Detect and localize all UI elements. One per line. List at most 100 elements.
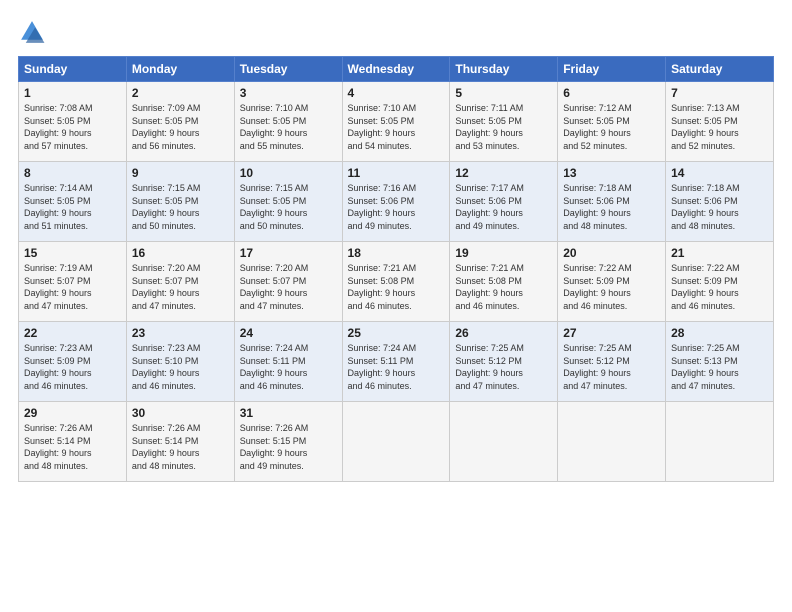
day-info: Sunrise: 7:19 AMSunset: 5:07 PMDaylight:… <box>24 262 121 312</box>
calendar-cell: 19 Sunrise: 7:21 AMSunset: 5:08 PMDayligh… <box>450 242 558 322</box>
day-info: Sunrise: 7:14 AMSunset: 5:05 PMDaylight:… <box>24 182 121 232</box>
calendar-table: SundayMondayTuesdayWednesdayThursdayFrid… <box>18 56 774 482</box>
day-info: Sunrise: 7:16 AMSunset: 5:06 PMDaylight:… <box>348 182 445 232</box>
day-info: Sunrise: 7:21 AMSunset: 5:08 PMDaylight:… <box>348 262 445 312</box>
calendar-cell: 28Sunrise: 7:25 AMSunset: 5:13 PMDayligh… <box>666 322 774 402</box>
calendar-cell: 1 Sunrise: 7:08 AMSunset: 5:05 PMDaylight… <box>19 82 127 162</box>
calendar-cell <box>342 402 450 482</box>
day-number: 7 <box>671 86 768 100</box>
day-number: 10 <box>240 166 337 180</box>
day-number: 3 <box>240 86 337 100</box>
day-info: Sunrise: 7:22 AMSunset: 5:09 PMDaylight:… <box>671 262 768 312</box>
day-number: 12 <box>455 166 552 180</box>
weekday-header-row: SundayMondayTuesdayWednesdayThursdayFrid… <box>19 57 774 82</box>
day-number: 13 <box>563 166 660 180</box>
day-number: 21 <box>671 246 768 260</box>
calendar-cell: 30 Sunrise: 7:26 AMSunset: 5:14 PMDayligh… <box>126 402 234 482</box>
logo <box>18 18 50 46</box>
day-number: 24 <box>240 326 337 340</box>
day-number: 25 <box>348 326 445 340</box>
calendar-cell: 11 Sunrise: 7:16 AMSunset: 5:06 PMDayligh… <box>342 162 450 242</box>
day-info: Sunrise: 7:20 AMSunset: 5:07 PMDaylight:… <box>240 262 337 312</box>
day-info: Sunrise: 7:08 AMSunset: 5:05 PMDaylight:… <box>24 102 121 152</box>
day-info: Sunrise: 7:21 AMSunset: 5:08 PMDaylight:… <box>455 262 552 312</box>
header <box>18 18 774 46</box>
calendar-week-row: 29 Sunrise: 7:26 AMSunset: 5:14 PMDayligh… <box>19 402 774 482</box>
day-info: Sunrise: 7:13 AMSunset: 5:05 PMDaylight:… <box>671 102 768 152</box>
day-info: Sunrise: 7:26 AMSunset: 5:14 PMDaylight:… <box>24 422 121 472</box>
day-info: Sunrise: 7:24 AMSunset: 5:11 PMDaylight:… <box>348 342 445 392</box>
day-info: Sunrise: 7:20 AMSunset: 5:07 PMDaylight:… <box>132 262 229 312</box>
calendar-cell: 10 Sunrise: 7:15 AMSunset: 5:05 PMDayligh… <box>234 162 342 242</box>
weekday-header-wednesday: Wednesday <box>342 57 450 82</box>
calendar-cell: 2 Sunrise: 7:09 AMSunset: 5:05 PMDaylight… <box>126 82 234 162</box>
day-info: Sunrise: 7:25 AMSunset: 5:13 PMDaylight:… <box>671 342 768 392</box>
day-number: 22 <box>24 326 121 340</box>
calendar-cell: 31Sunrise: 7:26 AMSunset: 5:15 PMDayligh… <box>234 402 342 482</box>
weekday-header-monday: Monday <box>126 57 234 82</box>
weekday-header-saturday: Saturday <box>666 57 774 82</box>
calendar-week-row: 22 Sunrise: 7:23 AMSunset: 5:09 PMDayligh… <box>19 322 774 402</box>
day-info: Sunrise: 7:10 AMSunset: 5:05 PMDaylight:… <box>348 102 445 152</box>
calendar-cell: 20Sunrise: 7:22 AMSunset: 5:09 PMDayligh… <box>558 242 666 322</box>
day-number: 19 <box>455 246 552 260</box>
day-info: Sunrise: 7:10 AMSunset: 5:05 PMDaylight:… <box>240 102 337 152</box>
weekday-header-sunday: Sunday <box>19 57 127 82</box>
day-info: Sunrise: 7:23 AMSunset: 5:09 PMDaylight:… <box>24 342 121 392</box>
calendar-cell: 16 Sunrise: 7:20 AMSunset: 5:07 PMDayligh… <box>126 242 234 322</box>
day-info: Sunrise: 7:26 AMSunset: 5:15 PMDaylight:… <box>240 422 337 472</box>
day-info: Sunrise: 7:15 AMSunset: 5:05 PMDaylight:… <box>132 182 229 232</box>
weekday-header-tuesday: Tuesday <box>234 57 342 82</box>
calendar-cell: 9 Sunrise: 7:15 AMSunset: 5:05 PMDaylight… <box>126 162 234 242</box>
calendar-cell: 24 Sunrise: 7:24 AMSunset: 5:11 PMDayligh… <box>234 322 342 402</box>
day-number: 15 <box>24 246 121 260</box>
day-info: Sunrise: 7:23 AMSunset: 5:10 PMDaylight:… <box>132 342 229 392</box>
day-number: 9 <box>132 166 229 180</box>
calendar-cell: 29 Sunrise: 7:26 AMSunset: 5:14 PMDayligh… <box>19 402 127 482</box>
day-number: 4 <box>348 86 445 100</box>
logo-icon <box>18 18 46 46</box>
calendar-cell: 7 Sunrise: 7:13 AMSunset: 5:05 PMDaylight… <box>666 82 774 162</box>
calendar-cell <box>558 402 666 482</box>
day-number: 30 <box>132 406 229 420</box>
calendar-week-row: 15 Sunrise: 7:19 AMSunset: 5:07 PMDayligh… <box>19 242 774 322</box>
calendar-cell: 23 Sunrise: 7:23 AMSunset: 5:10 PMDayligh… <box>126 322 234 402</box>
calendar-week-row: 1 Sunrise: 7:08 AMSunset: 5:05 PMDaylight… <box>19 82 774 162</box>
calendar-cell: 13Sunrise: 7:18 AMSunset: 5:06 PMDayligh… <box>558 162 666 242</box>
calendar-cell: 5Sunrise: 7:11 AMSunset: 5:05 PMDaylight… <box>450 82 558 162</box>
day-number: 11 <box>348 166 445 180</box>
calendar-week-row: 8 Sunrise: 7:14 AMSunset: 5:05 PMDaylight… <box>19 162 774 242</box>
day-number: 23 <box>132 326 229 340</box>
calendar-cell: 21 Sunrise: 7:22 AMSunset: 5:09 PMDayligh… <box>666 242 774 322</box>
day-info: Sunrise: 7:18 AMSunset: 5:06 PMDaylight:… <box>671 182 768 232</box>
calendar-cell: 8 Sunrise: 7:14 AMSunset: 5:05 PMDaylight… <box>19 162 127 242</box>
calendar-cell <box>450 402 558 482</box>
day-number: 29 <box>24 406 121 420</box>
day-info: Sunrise: 7:24 AMSunset: 5:11 PMDaylight:… <box>240 342 337 392</box>
day-info: Sunrise: 7:09 AMSunset: 5:05 PMDaylight:… <box>132 102 229 152</box>
day-info: Sunrise: 7:26 AMSunset: 5:14 PMDaylight:… <box>132 422 229 472</box>
day-number: 17 <box>240 246 337 260</box>
calendar-cell: 18 Sunrise: 7:21 AMSunset: 5:08 PMDayligh… <box>342 242 450 322</box>
day-number: 1 <box>24 86 121 100</box>
day-number: 6 <box>563 86 660 100</box>
day-number: 2 <box>132 86 229 100</box>
day-number: 20 <box>563 246 660 260</box>
day-info: Sunrise: 7:25 AMSunset: 5:12 PMDaylight:… <box>563 342 660 392</box>
day-number: 26 <box>455 326 552 340</box>
weekday-header-friday: Friday <box>558 57 666 82</box>
calendar-cell: 22 Sunrise: 7:23 AMSunset: 5:09 PMDayligh… <box>19 322 127 402</box>
day-number: 8 <box>24 166 121 180</box>
calendar-cell: 25 Sunrise: 7:24 AMSunset: 5:11 PMDayligh… <box>342 322 450 402</box>
day-info: Sunrise: 7:15 AMSunset: 5:05 PMDaylight:… <box>240 182 337 232</box>
day-info: Sunrise: 7:17 AMSunset: 5:06 PMDaylight:… <box>455 182 552 232</box>
calendar-cell: 3 Sunrise: 7:10 AMSunset: 5:05 PMDaylight… <box>234 82 342 162</box>
day-number: 5 <box>455 86 552 100</box>
weekday-header-thursday: Thursday <box>450 57 558 82</box>
day-number: 16 <box>132 246 229 260</box>
calendar-cell: 15 Sunrise: 7:19 AMSunset: 5:07 PMDayligh… <box>19 242 127 322</box>
day-number: 18 <box>348 246 445 260</box>
calendar-cell: 17 Sunrise: 7:20 AMSunset: 5:07 PMDayligh… <box>234 242 342 322</box>
calendar-cell: 27Sunrise: 7:25 AMSunset: 5:12 PMDayligh… <box>558 322 666 402</box>
calendar-cell: 14Sunrise: 7:18 AMSunset: 5:06 PMDayligh… <box>666 162 774 242</box>
